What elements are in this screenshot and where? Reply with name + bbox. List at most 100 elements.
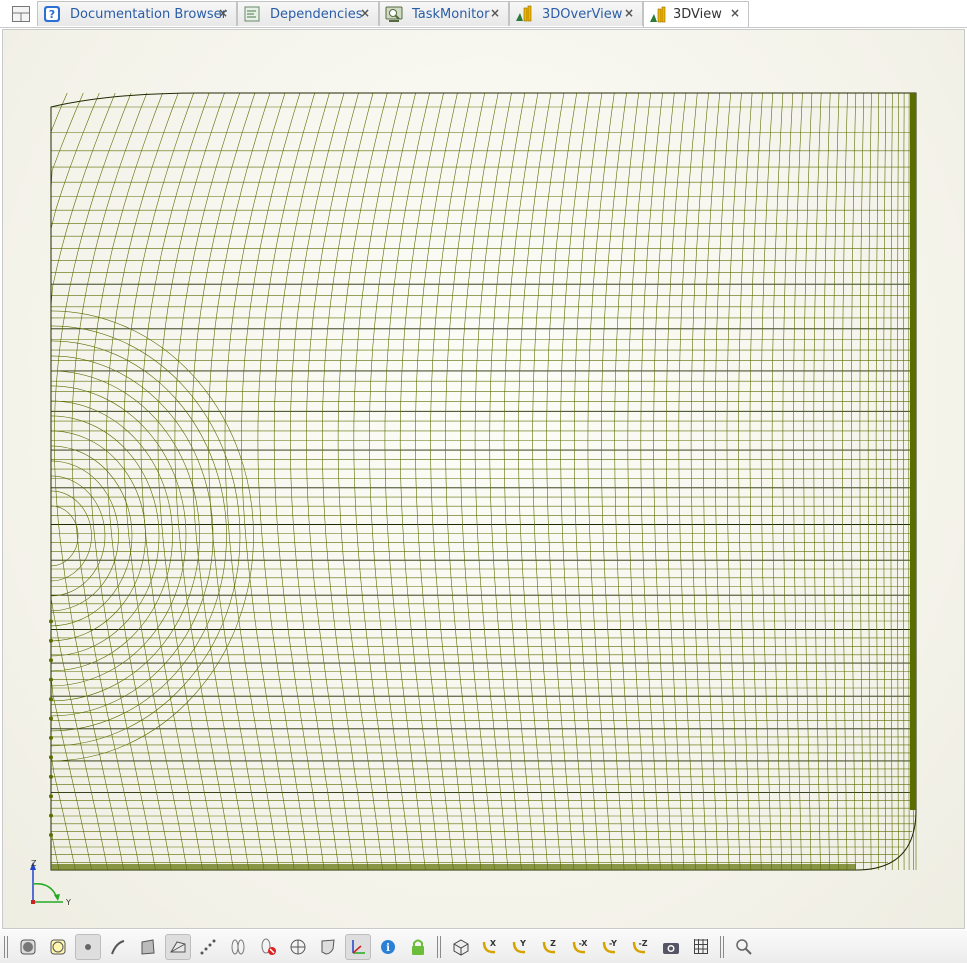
section-arc (50, 460, 119, 612)
iso-view-button[interactable] (448, 934, 474, 960)
station-curve (369, 92, 416, 871)
tab-3d-overview[interactable]: 3DOverView × (509, 1, 643, 26)
station-curve (384, 92, 430, 871)
view-toolbar: i X Y Z -X -Y -Z (0, 930, 967, 963)
station-curve (627, 92, 651, 871)
view-minus-z-button[interactable]: -Z (628, 934, 654, 960)
station-curve (430, 92, 472, 871)
view-x-button[interactable]: X (478, 934, 504, 960)
svg-text:Z: Z (550, 939, 556, 948)
y-axis-label: Y (65, 898, 71, 906)
station-curve (823, 92, 831, 871)
station-curve (614, 92, 639, 871)
toolbar-grip[interactable] (4, 935, 10, 958)
section-icon (290, 939, 306, 954)
toolbar-grip[interactable] (720, 935, 726, 958)
shell-button[interactable] (315, 934, 341, 960)
hull-edge-band (910, 93, 916, 810)
tab-3d-view[interactable]: 3DView × (643, 1, 749, 27)
station-curve (289, 92, 345, 871)
station-curve (50, 92, 68, 871)
3d-viewport[interactable]: Z Y (2, 29, 965, 929)
station-curve (273, 92, 330, 871)
x-axis-marker (31, 900, 35, 904)
mesh-model (49, 92, 917, 871)
tab-label: 3DView (673, 7, 722, 22)
station-curve (813, 92, 822, 871)
view-minus-x-icon: -X (572, 939, 588, 953)
show-mesh-button[interactable] (165, 933, 191, 960)
camera-button[interactable] (658, 934, 684, 960)
lock-button[interactable] (405, 934, 431, 960)
dependencies-icon (243, 5, 261, 23)
tab-task-monitor[interactable]: TaskMonitor × (379, 1, 509, 26)
station-curve (760, 92, 774, 871)
tab-label: Documentation Browser (70, 6, 228, 22)
station-curve (640, 92, 663, 871)
station-curve (771, 92, 784, 871)
view-shaded-icon (20, 939, 36, 954)
view-minus-x-button[interactable]: -X (568, 934, 594, 960)
station-curve (875, 92, 880, 871)
station-curve (842, 92, 848, 871)
slice-icon (231, 939, 245, 954)
tab-dependencies[interactable]: Dependencies × (237, 1, 379, 26)
view-y-button[interactable]: Y (508, 934, 534, 960)
layout-icon[interactable] (8, 4, 34, 24)
clip-remove-button[interactable] (255, 934, 281, 960)
show-curves-button[interactable] (105, 934, 131, 960)
show-nodes-button[interactable] (195, 934, 221, 960)
close-icon[interactable]: × (730, 6, 740, 20)
3d-view-icon (649, 6, 667, 24)
station-curve (50, 92, 116, 871)
view-wireframe-button[interactable] (45, 934, 71, 960)
station-curve (50, 92, 100, 871)
iso-view-icon (453, 938, 469, 956)
view-shaded-button[interactable] (15, 934, 41, 960)
station-curve (890, 92, 893, 870)
close-icon[interactable]: × (360, 6, 370, 20)
slice-button[interactable] (225, 934, 251, 960)
grid-icon (694, 938, 708, 954)
station-curve (445, 92, 485, 871)
tab-documentation-browser[interactable]: ? Documentation Browser × (37, 1, 237, 26)
z-axis-label: Z (31, 859, 37, 868)
show-surfaces-button[interactable] (135, 934, 161, 960)
tab-label: 3DOverView (542, 6, 623, 22)
3d-overview-icon (515, 5, 533, 23)
view-minus-y-button[interactable]: -Y (598, 934, 624, 960)
svg-text:Y: Y (519, 939, 526, 948)
zoom-button[interactable] (731, 934, 757, 960)
node-point (49, 677, 53, 682)
node-point (49, 658, 53, 663)
section-arc (50, 505, 79, 567)
svg-text:-Y: -Y (609, 939, 617, 948)
station-curve (883, 92, 887, 871)
toolbar-grip[interactable] (437, 935, 443, 958)
task-monitor-icon (385, 5, 403, 23)
close-icon[interactable]: × (624, 6, 634, 20)
node-point (49, 716, 53, 721)
station-curve (415, 92, 458, 871)
view-minus-z-icon: -Z (632, 939, 648, 953)
station-curve (88, 92, 163, 871)
show-points-button[interactable] (75, 933, 101, 960)
station-curve (174, 92, 240, 871)
station-curve (867, 92, 872, 871)
show-mesh-icon (170, 940, 186, 952)
close-icon[interactable]: × (490, 6, 500, 20)
keel-band (51, 864, 856, 870)
station-curve (749, 92, 763, 871)
svg-text:?: ? (49, 8, 55, 21)
close-icon[interactable]: × (218, 6, 228, 20)
help-icon: ? (43, 5, 61, 23)
grid-button[interactable] (688, 934, 714, 960)
node-point (49, 813, 53, 818)
tab-label: TaskMonitor (412, 6, 490, 22)
view-y-icon: Y (512, 939, 526, 953)
info-button[interactable]: i (375, 934, 401, 960)
axes-toggle-button[interactable] (345, 933, 371, 960)
shell-icon (321, 938, 335, 955)
section-button[interactable] (285, 934, 311, 960)
view-z-button[interactable]: Z (538, 934, 564, 960)
